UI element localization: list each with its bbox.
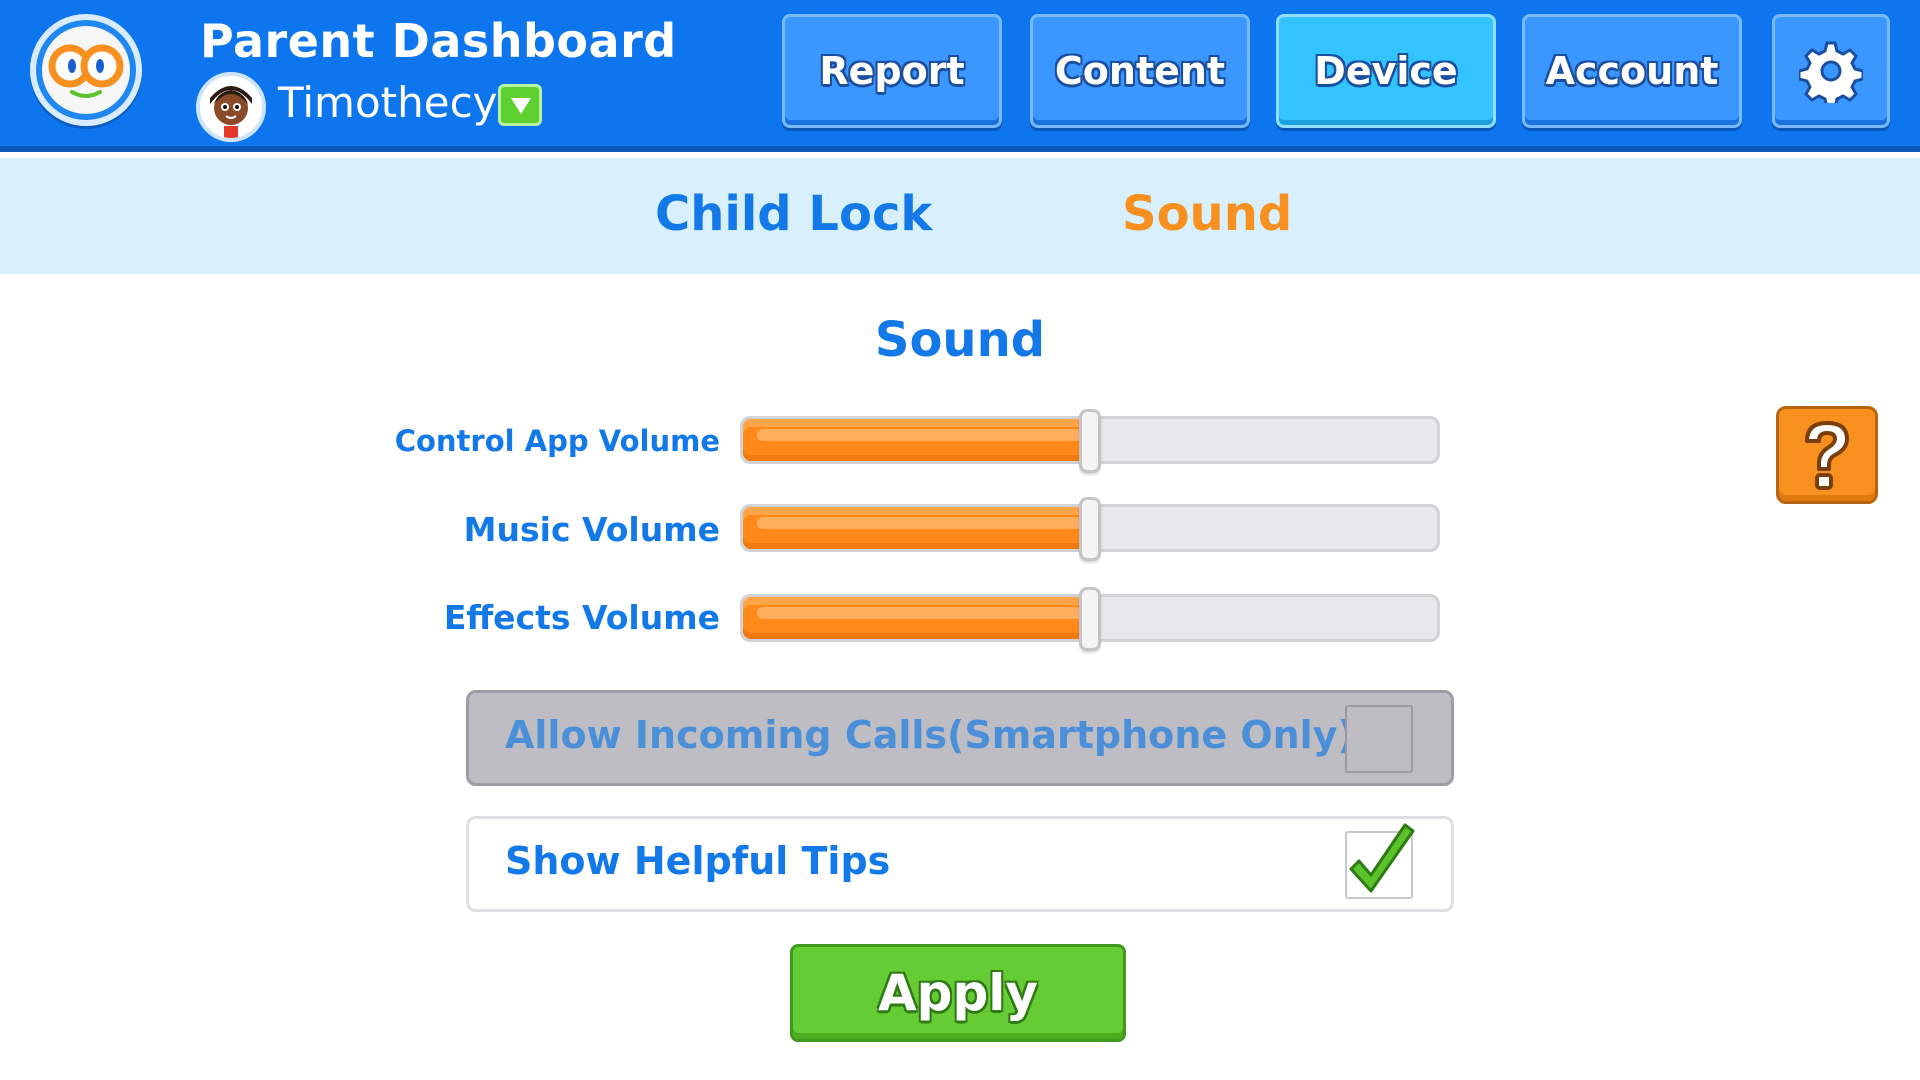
help-button[interactable] [1776, 406, 1878, 504]
apply-button[interactable]: Apply [790, 944, 1126, 1042]
control-app-volume-label: Control App Volume [394, 424, 720, 458]
control-app-volume-thumb[interactable] [1079, 409, 1101, 473]
nav-account-button[interactable]: Account [1522, 14, 1742, 128]
section-title: Sound [874, 312, 1046, 368]
owl-eyes-logo-icon [30, 14, 142, 126]
child-avatar-icon[interactable] [196, 72, 266, 142]
nav-report-button[interactable]: Report [782, 14, 1002, 128]
effects-volume-label: Effects Volume [443, 598, 720, 637]
effects-volume-slider[interactable] [740, 587, 1440, 651]
subtab-bar: Child Lock Sound [0, 158, 1920, 274]
app-title: Parent Dashboard [200, 14, 677, 68]
nav-device-button[interactable]: Device [1276, 14, 1496, 128]
music-volume-thumb[interactable] [1079, 497, 1101, 561]
effects-volume-thumb[interactable] [1079, 587, 1101, 651]
gear-icon [1799, 41, 1863, 103]
music-volume-slider[interactable] [740, 497, 1440, 561]
child-dropdown-button[interactable] [498, 84, 542, 126]
checkmark-icon [1349, 823, 1415, 893]
helpful-tips-option[interactable]: Show Helpful Tips [466, 816, 1454, 912]
nav-content-button[interactable]: Content [1030, 14, 1250, 128]
incoming-calls-option: Allow Incoming Calls(Smartphone Only) [466, 690, 1454, 786]
tab-sound[interactable]: Sound [1122, 186, 1292, 242]
effects-volume-fill [743, 597, 1090, 639]
helpful-tips-checkbox[interactable] [1345, 823, 1415, 899]
header-bar: Parent Dashboard Timothecy Report Conten… [0, 0, 1920, 152]
chevron-down-icon [511, 98, 531, 114]
music-volume-fill [743, 507, 1090, 549]
child-name[interactable]: Timothecy [278, 78, 498, 127]
question-mark-icon [1805, 421, 1849, 490]
settings-button[interactable] [1772, 14, 1890, 128]
tab-child-lock[interactable]: Child Lock [655, 186, 932, 242]
incoming-calls-label: Allow Incoming Calls(Smartphone Only) [505, 713, 1355, 757]
helpful-tips-label: Show Helpful Tips [505, 839, 891, 883]
control-app-volume-slider[interactable] [740, 409, 1440, 473]
music-volume-label: Music Volume [463, 510, 720, 549]
incoming-calls-checkbox[interactable] [1345, 705, 1413, 773]
control-app-volume-fill [743, 419, 1090, 461]
